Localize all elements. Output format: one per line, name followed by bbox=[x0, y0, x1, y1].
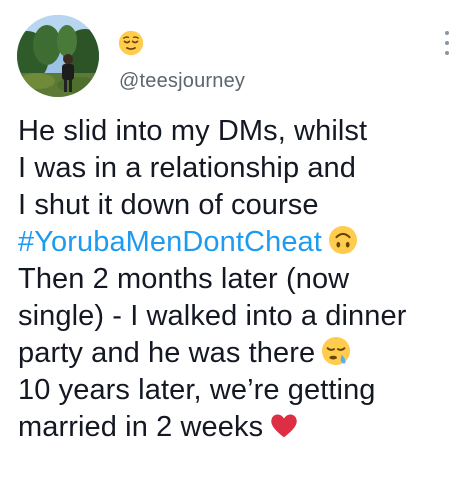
avatar[interactable] bbox=[17, 15, 99, 97]
red-heart-icon bbox=[269, 410, 299, 440]
tweet-line-text: party and he was there bbox=[18, 337, 316, 369]
tweet-line: I shut it down of course bbox=[18, 189, 319, 221]
more-options-icon[interactable] bbox=[440, 28, 454, 58]
tweet-line: I was in a relationship and bbox=[18, 152, 357, 184]
tweet-line: married in 2 weeks bbox=[18, 409, 463, 446]
tweet-line: single) - I walked into a dinner bbox=[18, 300, 407, 332]
tweet-line-text: married in 2 weeks bbox=[18, 411, 264, 443]
user-handle[interactable]: @teesjourney bbox=[119, 70, 245, 93]
tweet-text: He slid into my DMs, whilst I was in a r… bbox=[18, 113, 463, 446]
tweet-card: @teesjourney He slid into my DMs, whilst… bbox=[0, 0, 474, 504]
sleepy-face-icon bbox=[321, 336, 351, 366]
tweet-line: #YorubaMenDontCheat bbox=[18, 224, 463, 261]
tweet-line: Then 2 months later (now bbox=[18, 263, 350, 295]
tweet-line: He slid into my DMs, whilst bbox=[18, 115, 368, 147]
tweet-line: 10 years later, we’re getting bbox=[18, 374, 376, 406]
upside-down-face-icon bbox=[328, 225, 358, 255]
hashtag-link[interactable]: #YorubaMenDontCheat bbox=[18, 226, 322, 258]
tweet-line: party and he was there bbox=[18, 335, 463, 372]
relieved-face-icon bbox=[118, 30, 144, 56]
